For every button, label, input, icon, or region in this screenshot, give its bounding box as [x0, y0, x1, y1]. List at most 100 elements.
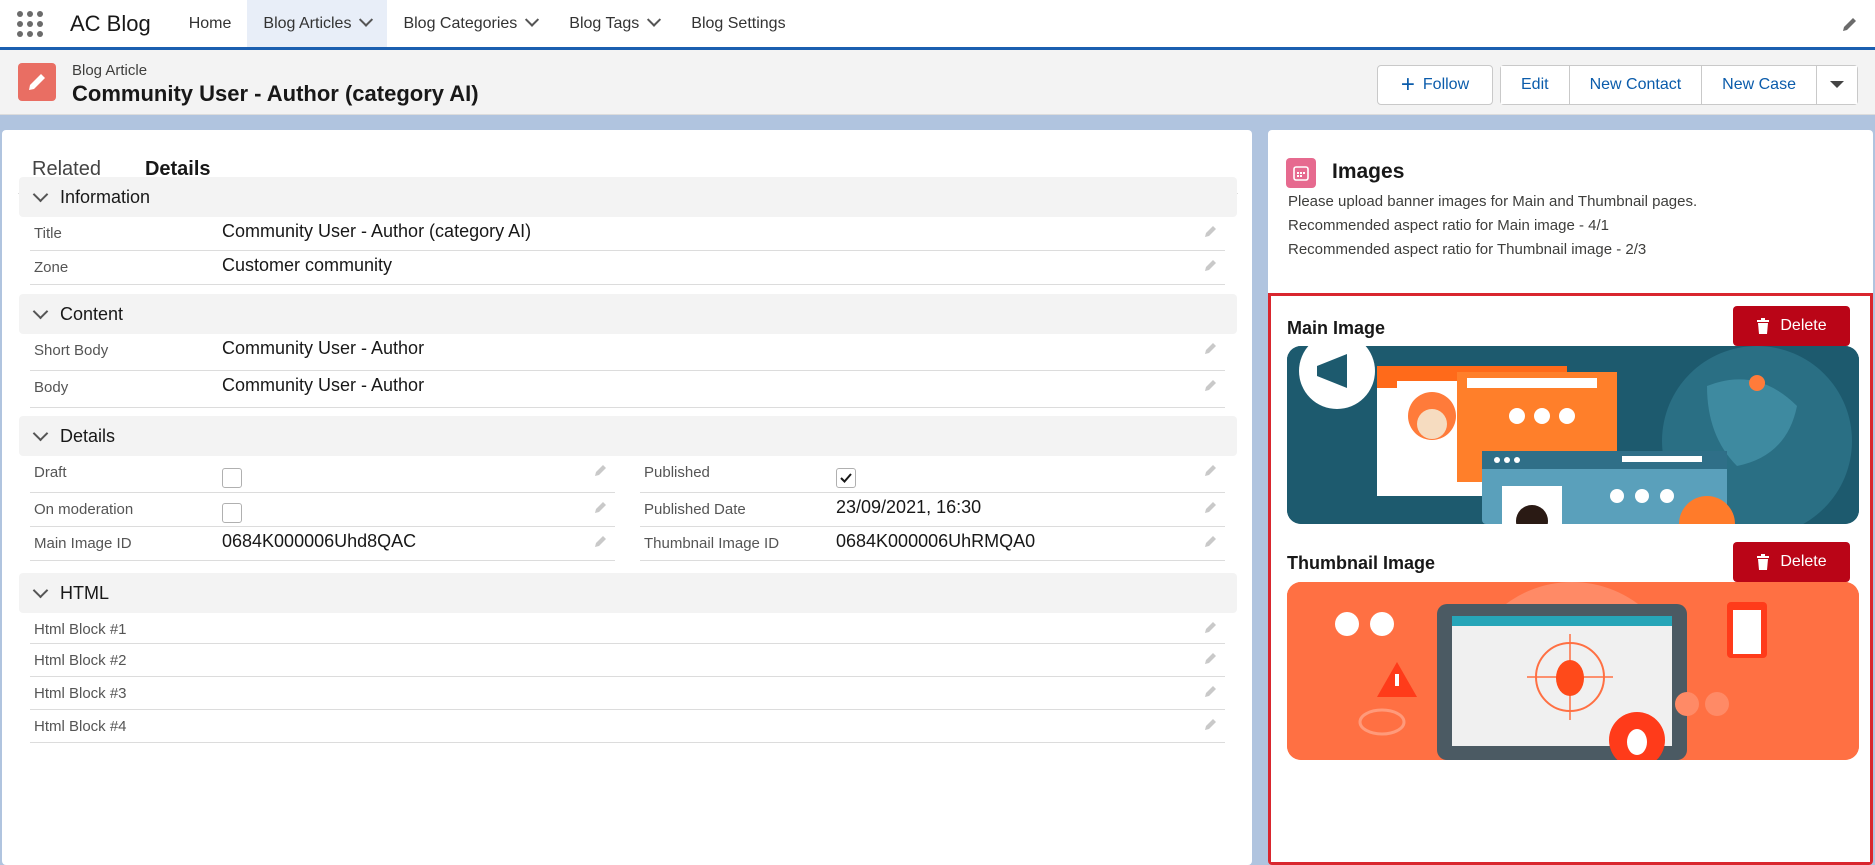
record-detail-card: Related Details Information Title Commun…: [2, 130, 1252, 865]
edit-pencil-icon[interactable]: [1203, 499, 1219, 515]
section-title: Details: [60, 425, 116, 446]
edit-pencil-icon[interactable]: [1203, 462, 1219, 478]
section-information-header[interactable]: Information: [19, 177, 1237, 217]
follow-button[interactable]: + Follow: [1377, 65, 1493, 105]
field-label: On moderation: [34, 501, 134, 518]
edit-pencil-icon[interactable]: [1203, 223, 1219, 239]
edit-pencil-icon[interactable]: [593, 533, 609, 549]
chevron-down-icon[interactable]: [647, 12, 662, 27]
chevron-down-icon[interactable]: [525, 12, 540, 27]
field-main-image-id: Main Image ID 0684K000006Uhd8QAC: [30, 527, 615, 561]
nav-item-blog-tags[interactable]: Blog Tags: [553, 0, 675, 47]
field-label: Draft: [34, 464, 67, 481]
delete-label: Delete: [1780, 317, 1827, 334]
field-html-block-1: Html Block #1: [30, 613, 1225, 644]
field-on-moderation: On moderation: [30, 493, 615, 527]
images-panel: Images Please upload banner images for M…: [1268, 130, 1873, 865]
edit-pencil-icon[interactable]: [1203, 533, 1219, 549]
section-title: Information: [60, 186, 151, 207]
chevron-down-icon: [1829, 81, 1844, 88]
field-label: Thumbnail Image ID: [644, 535, 780, 552]
images-title: Images: [1332, 160, 1405, 183]
edit-pencil-icon[interactable]: [1203, 683, 1219, 699]
app-launcher-icon[interactable]: [0, 0, 60, 47]
field-body: Body Community User - Author: [30, 371, 1225, 408]
thumbnail-image-label: Thumbnail Image: [1287, 553, 1436, 573]
images-upload-area: Main Image Delete Thumbnail Image Delete: [1268, 293, 1873, 865]
section-content-header[interactable]: Content: [19, 294, 1237, 334]
edit-pencil-icon[interactable]: [1203, 619, 1219, 635]
field-value: 23/09/2021, 16:30: [836, 497, 982, 517]
main-image-preview[interactable]: [1287, 346, 1859, 524]
published-checkbox[interactable]: [836, 468, 856, 488]
field-label: Zone: [34, 259, 69, 276]
field-label: Html Block #3: [34, 685, 127, 702]
nav-item-label: Blog Settings: [691, 14, 786, 32]
field-label: Short Body: [34, 342, 109, 359]
nav-item-blog-settings[interactable]: Blog Settings: [675, 0, 801, 47]
edit-pencil-icon[interactable]: [1203, 377, 1219, 393]
images-description-line-1: Please upload banner images for Main and…: [1288, 193, 1698, 210]
edit-pencil-icon[interactable]: [593, 499, 609, 515]
nav-item-blog-articles[interactable]: Blog Articles: [247, 0, 388, 50]
section-html-header[interactable]: HTML: [19, 573, 1237, 613]
more-actions-button[interactable]: [1816, 66, 1857, 104]
field-label: Html Block #2: [34, 652, 127, 669]
chevron-down-icon[interactable]: [359, 12, 374, 27]
field-zone: Zone Customer community: [30, 251, 1225, 285]
field-html-block-2: Html Block #2: [30, 644, 1225, 677]
on-moderation-checkbox[interactable]: [222, 503, 242, 523]
nav-item-label: Blog Tags: [569, 14, 640, 32]
field-label: Published Date: [644, 501, 746, 518]
global-navigation: AC Blog Home Blog Articles Blog Categori…: [0, 0, 1875, 50]
field-short-body: Short Body Community User - Author: [30, 334, 1225, 371]
app-name: AC Blog: [70, 10, 151, 36]
field-published-date: Published Date 23/09/2021, 16:30: [640, 493, 1225, 527]
calendar-icon: [1286, 158, 1316, 188]
field-thumbnail-image-id: Thumbnail Image ID 0684K000006UhRMQA0: [640, 527, 1225, 561]
field-label: Published: [644, 464, 710, 481]
main-image-label: Main Image: [1287, 318, 1386, 338]
chevron-down-icon: [32, 303, 49, 319]
section-title: HTML: [60, 582, 109, 603]
plus-icon: +: [1400, 71, 1415, 98]
delete-main-image-button[interactable]: Delete: [1733, 306, 1850, 346]
field-label: Main Image ID: [34, 535, 132, 552]
field-label: Title: [34, 225, 62, 242]
edit-button[interactable]: Edit: [1501, 66, 1570, 104]
record-header: Blog Article Community User - Author (ca…: [0, 50, 1875, 115]
field-published: Published: [640, 456, 1225, 493]
chevron-down-icon: [32, 186, 49, 202]
images-description-line-2: Recommended aspect ratio for Main image …: [1288, 217, 1609, 234]
nav-item-blog-categories[interactable]: Blog Categories: [387, 0, 553, 47]
edit-nav-icon[interactable]: [1825, 0, 1875, 47]
nav-item-label: Blog Categories: [403, 14, 518, 32]
edit-pencil-icon[interactable]: [1203, 650, 1219, 666]
field-value: 0684K000006Uhd8QAC: [222, 531, 417, 551]
edit-pencil-icon[interactable]: [1203, 257, 1219, 273]
new-contact-button[interactable]: New Contact: [1569, 66, 1703, 104]
record-type: Blog Article: [72, 62, 148, 79]
chevron-down-icon: [32, 425, 49, 441]
record-title: Community User - Author (category AI): [72, 81, 479, 106]
nav-item-label: Blog Articles: [263, 14, 352, 32]
draft-checkbox[interactable]: [222, 468, 242, 488]
follow-label: Follow: [1422, 76, 1470, 93]
pencil-icon: [18, 63, 56, 101]
images-description-line-3: Recommended aspect ratio for Thumbnail i…: [1288, 241, 1647, 258]
delete-thumbnail-image-button[interactable]: Delete: [1733, 542, 1850, 582]
new-case-button[interactable]: New Case: [1702, 66, 1817, 104]
edit-pencil-icon[interactable]: [1203, 716, 1219, 732]
section-details-header[interactable]: Details: [19, 416, 1237, 456]
thumbnail-image-preview[interactable]: [1287, 582, 1859, 760]
edit-pencil-icon[interactable]: [1203, 340, 1219, 356]
field-value: Community User - Author (category AI): [222, 221, 532, 241]
trash-icon: [1757, 318, 1770, 334]
edit-pencil-icon[interactable]: [593, 462, 609, 478]
field-html-block-4: Html Block #4: [30, 710, 1225, 743]
chevron-down-icon: [32, 582, 49, 598]
delete-label: Delete: [1780, 553, 1827, 570]
field-label: Body: [34, 379, 69, 396]
record-actions: Edit New Contact New Case: [1500, 65, 1858, 105]
nav-item-home[interactable]: Home: [173, 0, 248, 47]
